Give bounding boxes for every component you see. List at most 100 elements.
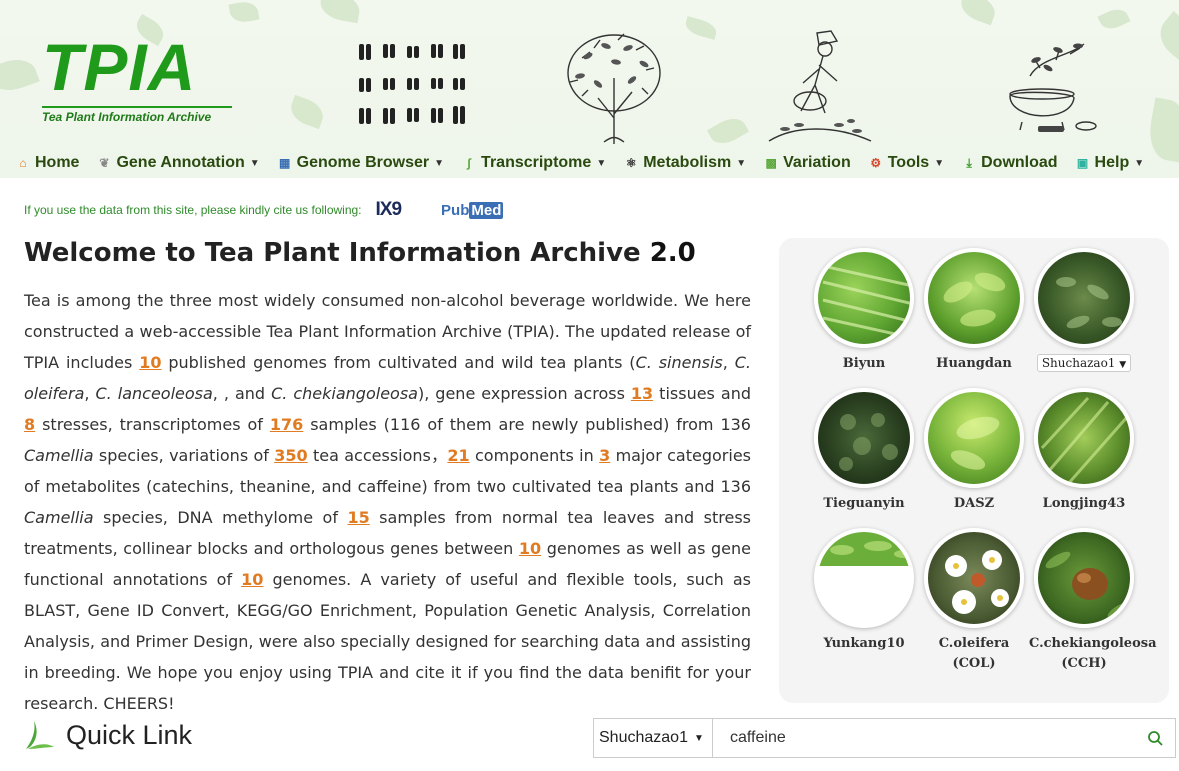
species-name: Camellia [24, 446, 94, 465]
variety-thumbnail[interactable] [1034, 388, 1134, 488]
variety-select[interactable]: Shuchazao1 ▼ [1036, 354, 1132, 372]
collinear-count-link[interactable]: 10 [519, 539, 541, 558]
pubmed-citation-link[interactable]: Pub Med [441, 201, 504, 219]
tea-leaf-image [1040, 396, 1130, 484]
chevron-down-icon: ▼ [249, 157, 260, 169]
variety-label: DASZ [953, 496, 995, 511]
categories-count-link[interactable]: 3 [599, 446, 610, 465]
main-nav: ⌂ Home ❦ Gene Annotation ▼ ▦ Genome Brow… [0, 148, 1179, 178]
genome-select[interactable]: Shuchazao1 ▼ [594, 719, 713, 757]
search-input[interactable] [713, 719, 1135, 757]
variety-thumbnail[interactable] [924, 388, 1024, 488]
variety-card[interactable]: C.chekiangoleosa (CCH) [1029, 528, 1157, 674]
species-name: C. lanceoleosa [95, 384, 213, 403]
nav-home[interactable]: ⌂ Home [16, 154, 79, 172]
tea-leaf-image [839, 413, 898, 471]
variety-label: Huangdan [936, 356, 1012, 371]
variety-thumbnail[interactable] [924, 528, 1024, 628]
tissues-count-link[interactable]: 13 [631, 384, 653, 403]
genomes-count-link[interactable]: 10 [139, 353, 161, 372]
samples-count-link[interactable]: 176 [270, 415, 303, 434]
nav-label: Tools [887, 154, 930, 171]
browser-icon: ▦ [278, 156, 291, 170]
decor-leaf [956, 0, 1000, 26]
variety-thumbnail[interactable] [1034, 528, 1134, 628]
decor-leaf [286, 94, 328, 130]
quick-link-heading: Quick Link [24, 715, 192, 755]
methylome-count-link[interactable]: 15 [347, 508, 369, 527]
help-icon: ▣ [1076, 156, 1089, 170]
nav-label: Metabolism [643, 154, 732, 171]
pubmed-med-text: Med [469, 201, 504, 219]
nav-gene-annotation[interactable]: ❦ Gene Annotation ▼ [97, 154, 259, 172]
tpia-logo[interactable]: TPIA Tea Plant Information Archive [40, 30, 250, 130]
variety-card[interactable]: Tieguanyin [809, 388, 919, 514]
nav-label: Transcriptome [481, 154, 592, 171]
nav-genome-browser[interactable]: ▦ Genome Browser ▼ [278, 154, 444, 172]
variety-thumbnail[interactable] [924, 248, 1024, 348]
intro-text: , , and [212, 384, 272, 403]
chevron-down-icon: ▼ [934, 157, 945, 169]
variety-label-line2: (CCH) [1061, 656, 1107, 671]
nav-label: Help [1094, 154, 1130, 171]
decor-leaf [0, 53, 40, 97]
nav-download[interactable]: ⤓ Download [962, 154, 1057, 172]
variety-thumbnail[interactable] [814, 528, 914, 628]
intro-text: , [84, 384, 96, 403]
teapot-illustration [1009, 43, 1097, 132]
variety-label-line1: C.chekiangoleosa [1029, 636, 1157, 651]
tools-icon: ⚙ [870, 156, 882, 170]
genome-select-value: Shuchazao1 [599, 729, 688, 746]
intro-text: tissues and [653, 384, 751, 403]
nav-variation[interactable]: ▩ Variation [764, 154, 850, 172]
variety-thumbnail[interactable] [814, 248, 914, 348]
variety-card[interactable]: Yunkang10 [809, 528, 919, 654]
variety-label: C.chekiangoleosa (CCH) [1029, 634, 1157, 674]
variety-card[interactable]: Huangdan [919, 248, 1029, 374]
annotations-count-link[interactable]: 10 [241, 570, 263, 589]
variety-card[interactable]: Shuchazao1 ▼ [1029, 248, 1139, 372]
tea-leaf-image [818, 532, 910, 566]
home-icon: ⌂ [19, 156, 27, 170]
species-name: Camellia [24, 508, 94, 527]
intro-text: samples (116 of them are newly published… [303, 415, 751, 434]
molecule-icon: ⚛ [625, 156, 637, 170]
chromosome-illustration [359, 44, 465, 124]
nav-help[interactable]: ▣ Help ▼ [1076, 154, 1145, 172]
search-icon [1148, 731, 1163, 746]
logo-subtitle: Tea Plant Information Archive [42, 110, 212, 124]
variety-card[interactable]: Biyun [809, 248, 919, 374]
chevron-down-icon: ▼ [1134, 157, 1145, 169]
decor-leaf [706, 112, 750, 150]
variety-card[interactable]: DASZ [919, 388, 1029, 514]
variety-thumbnail[interactable] [814, 388, 914, 488]
page-title-text: Welcome to Tea Plant Information Archive [24, 238, 641, 268]
page-title-version: 2.0 [649, 238, 696, 268]
grid-icon: ▩ [765, 156, 777, 170]
decor-leaf [228, 0, 260, 25]
decor-leaf [683, 16, 719, 40]
variety-select-value: Shuchazao1 [1041, 356, 1116, 370]
intro-paragraph: Tea is among the three most widely consu… [24, 285, 751, 719]
intro-text: species, DNA methylome of [93, 508, 348, 527]
variety-card[interactable]: C.oleifera (COL) [919, 528, 1029, 674]
components-count-link[interactable]: 21 [447, 446, 469, 465]
variety-thumbnail[interactable] [1034, 248, 1134, 348]
tea-leaf-image [1056, 277, 1122, 329]
decor-leaf [318, 0, 362, 24]
tea-leaf-image [822, 264, 910, 339]
intro-text: species, variations of [93, 446, 275, 465]
variety-card[interactable]: Longjing43 [1029, 388, 1139, 514]
nav-transcriptome[interactable]: ∫ Transcriptome ▼ [462, 154, 606, 172]
stresses-count-link[interactable]: 8 [24, 415, 35, 434]
flower-image [945, 550, 1009, 614]
variety-label: Biyun [842, 356, 886, 371]
species-name: C. sinensis [635, 353, 723, 372]
accessions-count-link[interactable]: 350 [274, 446, 307, 465]
nav-tools[interactable]: ⚙ Tools ▼ [869, 154, 944, 172]
ix9-citation-link[interactable]: IX9 [376, 199, 403, 221]
page-title: Welcome to Tea Plant Information Archive… [24, 238, 696, 268]
chevron-down-icon: ▼ [434, 157, 445, 169]
nav-metabolism[interactable]: ⚛ Metabolism ▼ [624, 154, 746, 172]
search-button[interactable] [1135, 719, 1175, 757]
